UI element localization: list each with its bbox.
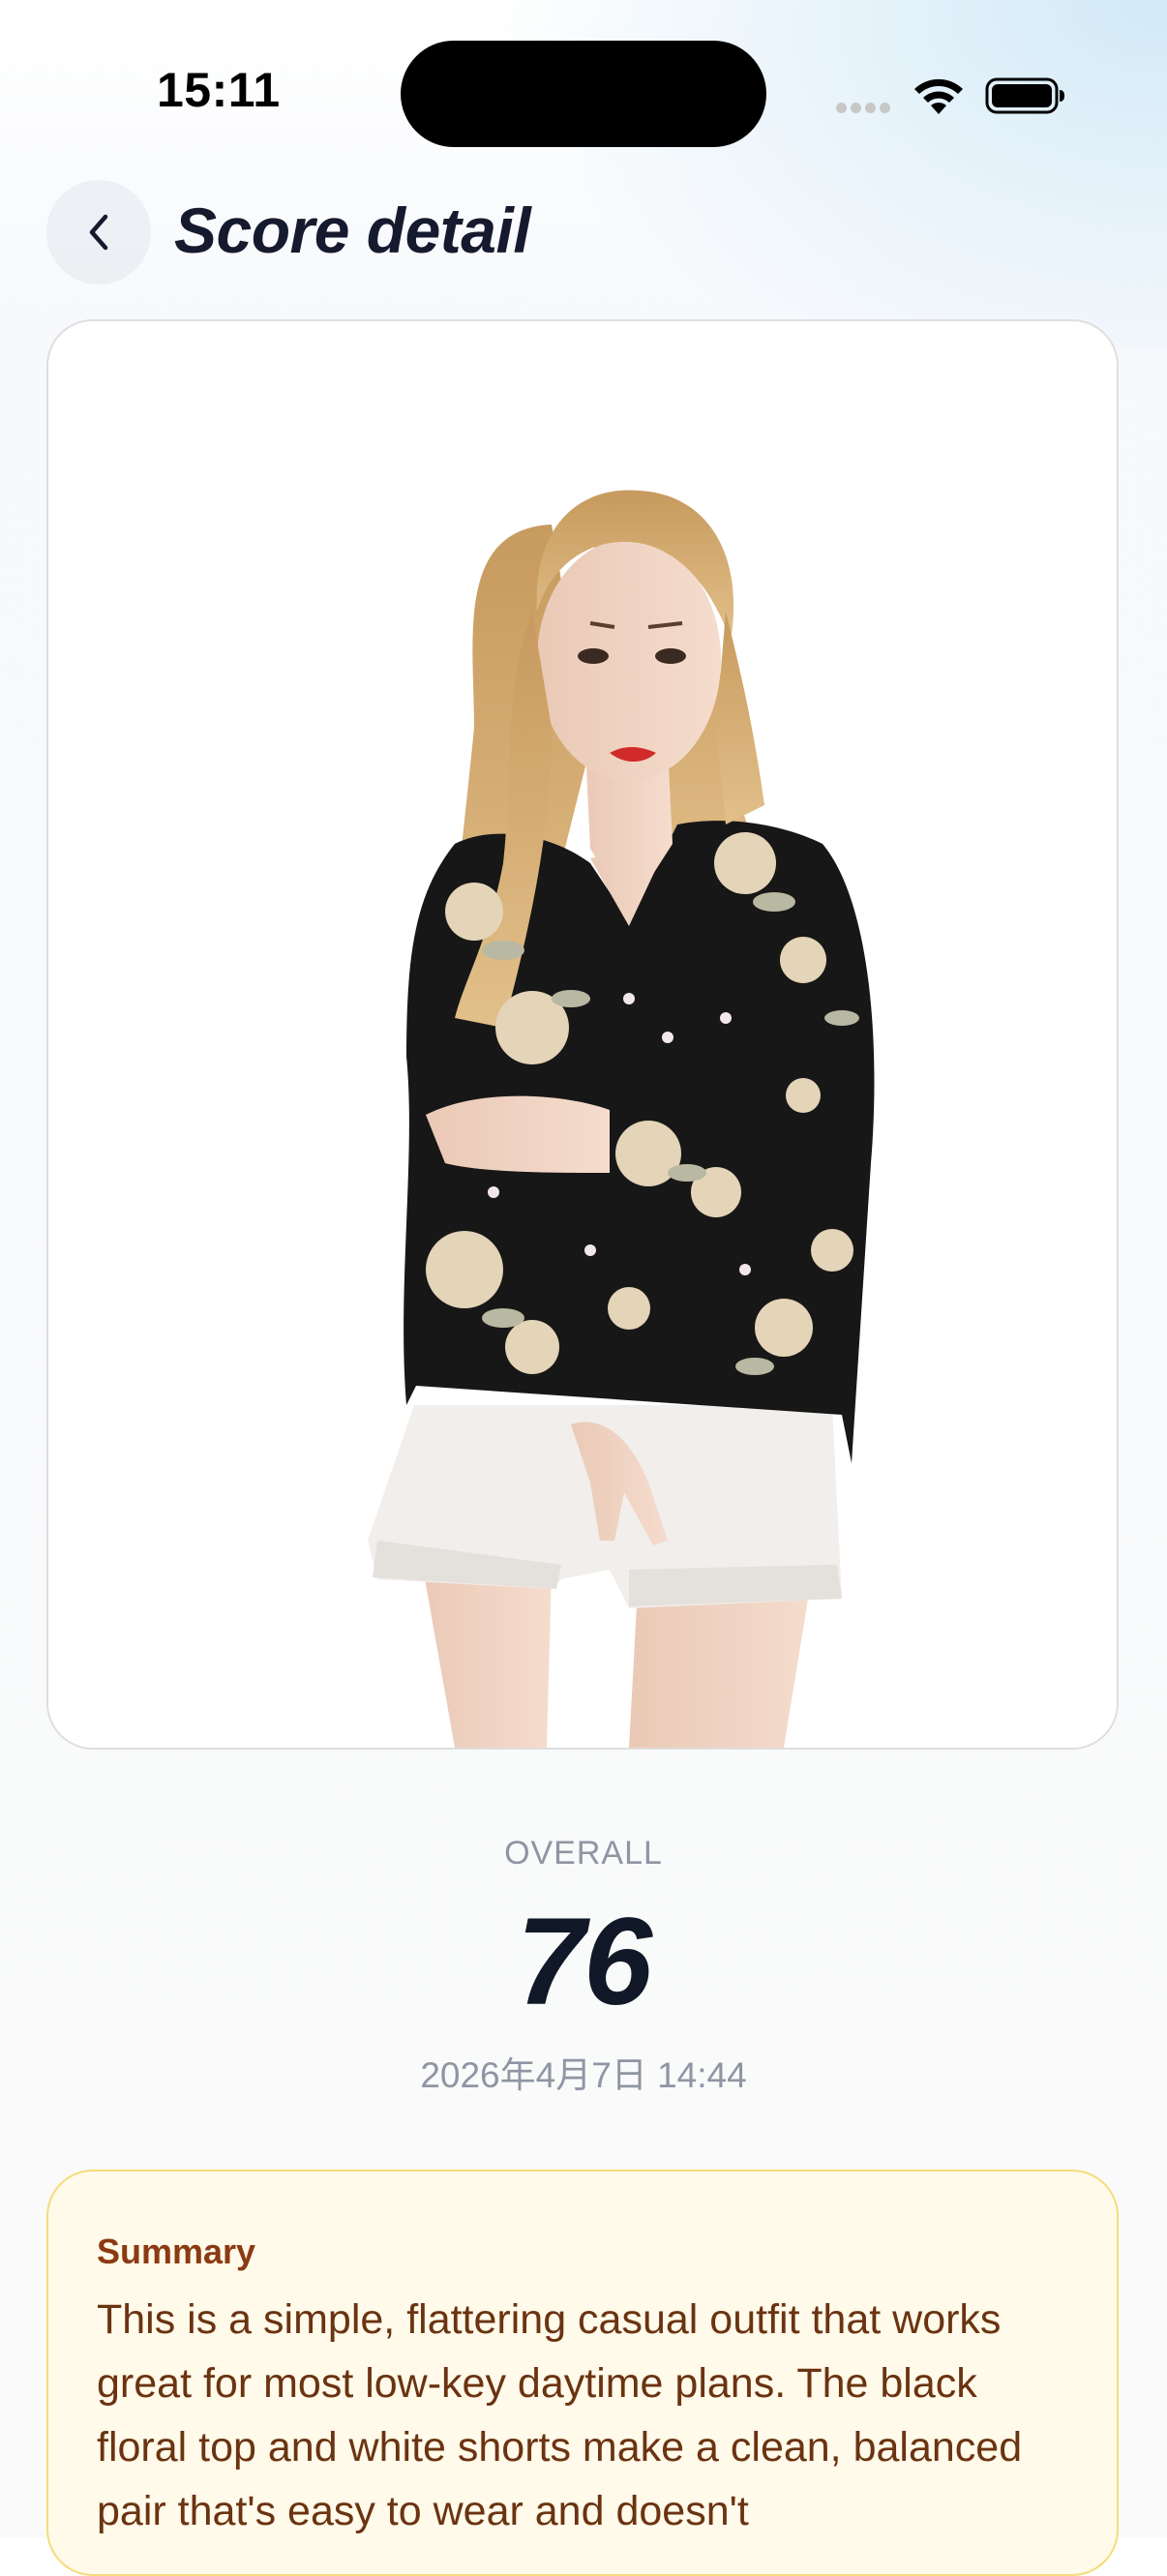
overall-label: OVERALL	[504, 1835, 663, 1872]
dynamic-island	[401, 41, 766, 147]
chevron-left-icon	[89, 214, 108, 251]
page-title: Score detail	[174, 195, 531, 266]
outfit-photo-card[interactable]	[46, 319, 1119, 1750]
cellular-signal-icon	[836, 101, 894, 113]
score-date: 2026年4月7日 14:44	[420, 2055, 747, 2095]
summary-text: This is a simple, flattering casual outf…	[97, 2296, 1023, 2534]
wifi-icon	[914, 78, 963, 114]
back-button[interactable]	[46, 180, 151, 285]
summary-title: Summary	[97, 2232, 256, 2271]
status-time: 15:11	[157, 63, 281, 117]
battery-icon	[985, 77, 1064, 114]
status-bar: 15:11	[0, 0, 1167, 194]
overall-score: 76	[516, 1893, 652, 2031]
summary-card: Summary This is a simple, flattering cas…	[46, 2170, 1119, 2576]
outfit-photo	[48, 321, 1117, 1748]
